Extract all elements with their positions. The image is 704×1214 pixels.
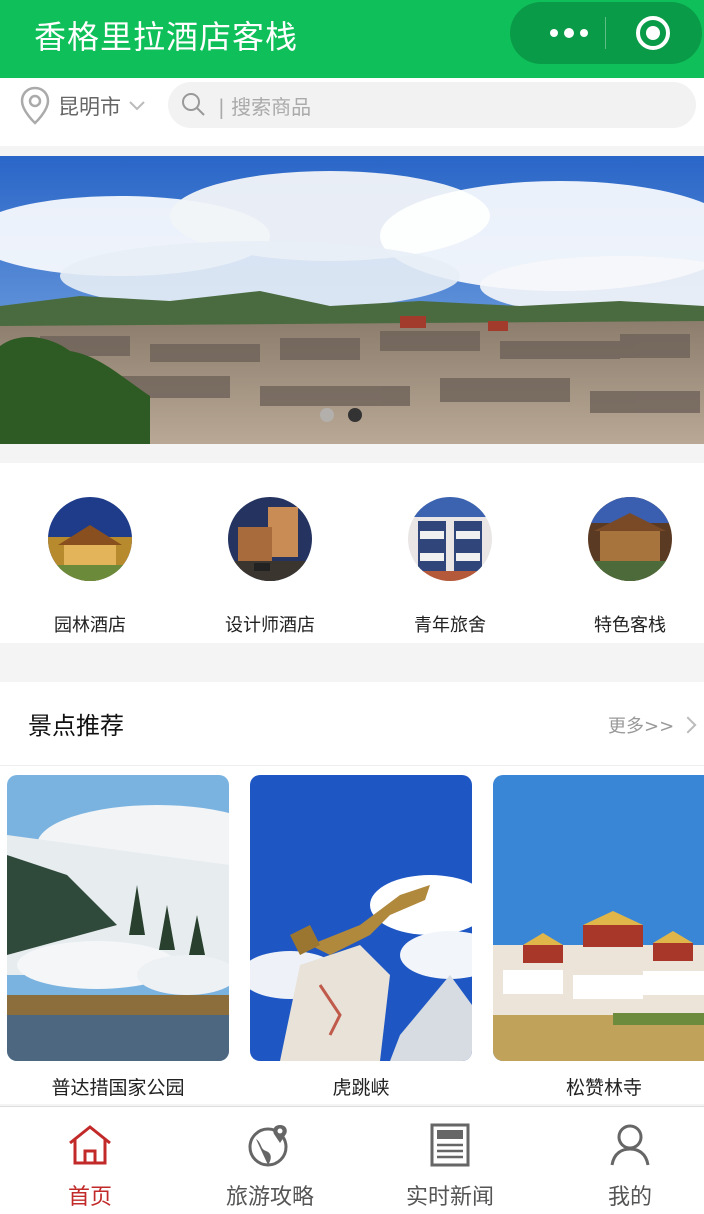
spot-card-pudacuo[interactable]: 普达措国家公园 [7,775,229,1100]
more-dot-icon [564,28,574,38]
category-label: 青年旅舍 [414,615,486,636]
category-image [48,497,132,581]
mini-program-capsule [510,2,702,64]
close-target-icon[interactable] [636,16,670,50]
category-youth-hostel[interactable]: 青年旅舍 [360,497,540,637]
spot-card-songzanlin-temple[interactable]: 松赞林寺 [493,775,704,1100]
app-root: 香格里拉酒店客栈 昆明市 | 搜索商品 园林酒店 设计师酒店 青年旅舍 特色客栈… [0,0,704,1214]
category-image [228,497,312,581]
app-header: 香格里拉酒店客栈 [0,0,704,78]
location-pin-icon [20,86,50,125]
tab-label: 实时新闻 [405,1185,494,1210]
page-title: 香格里拉酒店客栈 [34,18,299,56]
tab-live-news[interactable]: 实时新闻 [360,1121,540,1211]
more-link[interactable]: 更多>> [608,712,697,738]
category-boutique-inn[interactable]: 特色客栈 [540,497,704,637]
search-input[interactable]: | 搜索商品 [168,82,696,128]
city-selector[interactable]: 昆明市 [20,86,147,126]
banner-carousel[interactable] [0,156,704,444]
tab-profile[interactable]: 我的 [540,1121,704,1211]
tab-travel-guide[interactable]: 旅游攻略 [180,1121,360,1211]
city-label: 昆明市 [58,95,121,119]
spot-name: 松赞林寺 [565,1077,642,1099]
tab-home[interactable]: 首页 [0,1121,180,1211]
section-header: 景点推荐 更多>> [0,682,704,766]
spot-name: 虎跳峡 [332,1077,390,1099]
search-bar: 昆明市 | 搜索商品 [0,78,704,146]
category-designer-hotel[interactable]: 设计师酒店 [180,497,360,637]
more-dot-icon [580,29,588,37]
globe-pin-icon [248,1125,288,1167]
spot-name: 普达措国家公园 [51,1077,185,1099]
category-garden-hotel[interactable]: 园林酒店 [0,497,180,637]
spot-image [250,775,472,1061]
tab-label: 我的 [607,1185,652,1210]
category-label: 园林酒店 [54,615,126,636]
spot-image [493,775,704,1061]
search-placeholder: | 搜索商品 [218,94,312,119]
more-dot-icon [550,29,558,37]
search-icon [182,93,205,116]
newspaper-icon [430,1123,470,1167]
category-grid: 园林酒店 设计师酒店 青年旅舍 特色客栈 [0,463,704,643]
tab-label: 首页 [67,1185,112,1210]
spot-card-tiger-leaping-gorge[interactable]: 虎跳峡 [250,775,472,1100]
scenic-recommendations: 景点推荐 更多>> 普达措国家公园 虎跳峡 松赞林寺 [0,682,704,1104]
carousel-dot-active [348,408,362,422]
banner-image [0,156,704,444]
category-label: 设计师酒店 [225,615,315,636]
carousel-indicator [320,408,362,422]
capsule-divider [605,17,606,49]
carousel-dot [320,408,334,422]
tab-label: 旅游攻略 [225,1185,314,1210]
more-menu-button[interactable] [534,2,604,64]
chevron-down-icon [129,101,145,111]
home-icon [69,1125,111,1165]
category-label: 特色客栈 [594,615,666,636]
user-icon [610,1124,650,1166]
spot-image [7,775,229,1061]
more-label: 更多>> [608,716,675,737]
category-image [588,497,672,581]
chevron-right-icon [679,716,697,734]
category-image [408,497,492,581]
section-title: 景点推荐 [28,712,124,740]
bottom-tab-bar: 首页 旅游攻略 实时新闻 我的 [0,1106,704,1214]
